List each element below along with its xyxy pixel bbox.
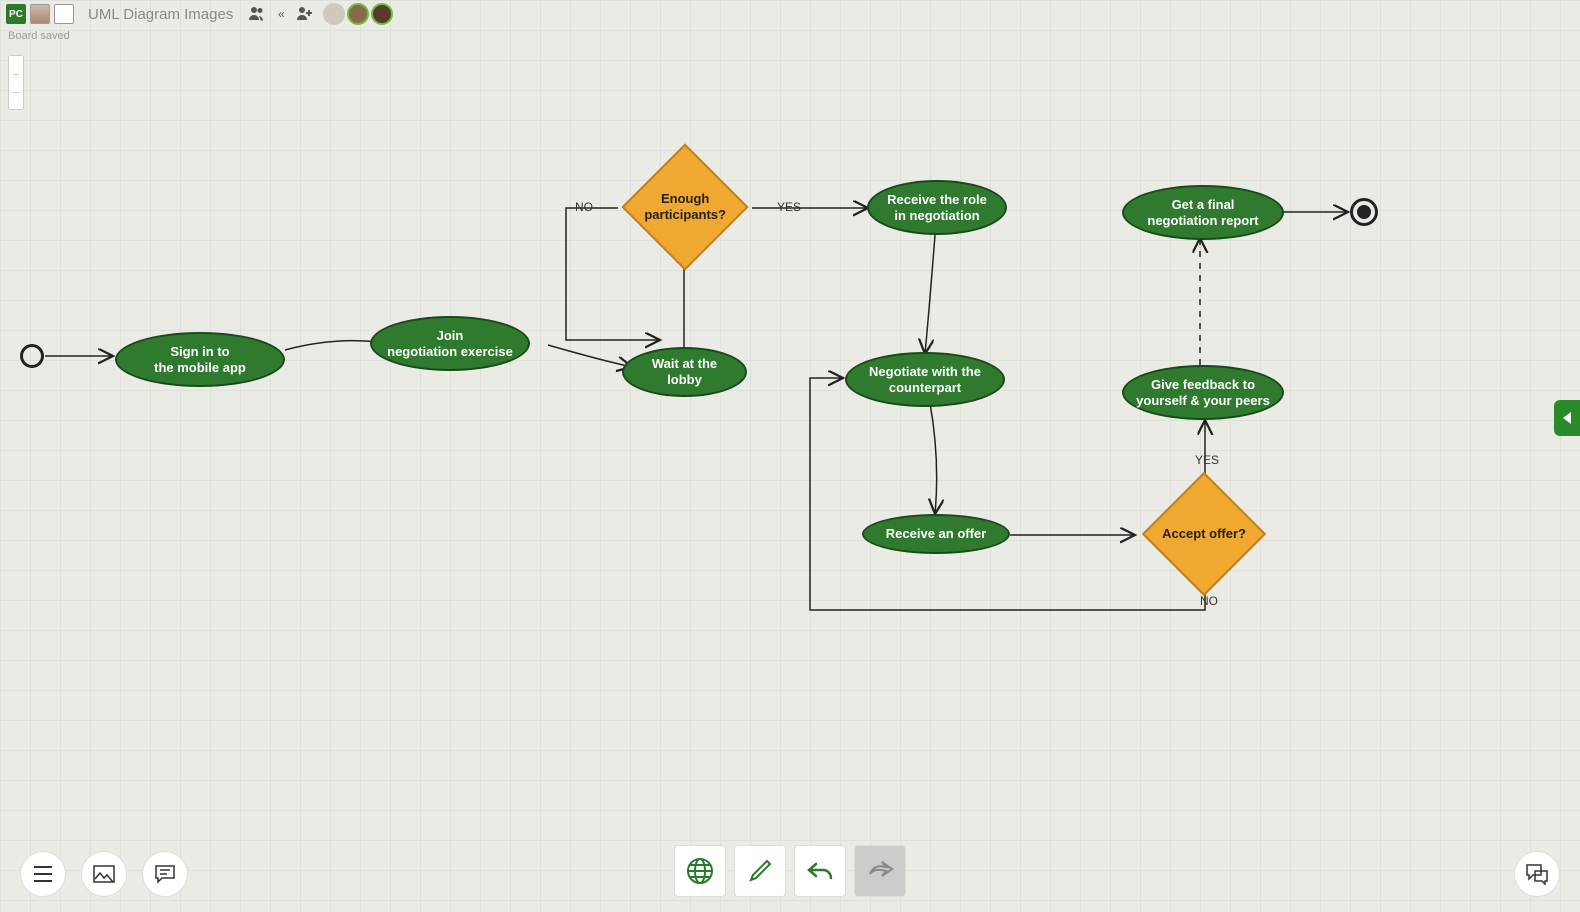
activity-node-join[interactable]: Join negotiation exercise — [370, 316, 530, 371]
edge-label-no: NO — [1200, 594, 1218, 608]
node-label: Receive an offer — [886, 526, 986, 542]
node-label: Give feedback to yourself & your peers — [1136, 377, 1270, 408]
diagram-canvas[interactable]: Sign in to the mobile app Join negotiati… — [0, 0, 1580, 912]
comment-icon[interactable] — [142, 851, 188, 897]
node-label: Sign in to the mobile app — [154, 344, 246, 375]
end-node[interactable] — [1350, 198, 1378, 226]
activity-node-signin[interactable]: Sign in to the mobile app — [115, 332, 285, 387]
share-icon — [854, 845, 906, 897]
toolbar-left — [20, 851, 188, 897]
node-label: Accept offer? — [1162, 526, 1246, 542]
edge-label-yes: YES — [1195, 453, 1219, 467]
image-icon[interactable] — [81, 851, 127, 897]
chat-icon[interactable] — [1514, 851, 1560, 897]
activity-node-lobby[interactable]: Wait at the lobby — [622, 347, 747, 397]
list-icon[interactable] — [20, 851, 66, 897]
node-label: Receive the role in negotiation — [887, 192, 987, 223]
edge-label-yes: YES — [777, 200, 801, 214]
start-node[interactable] — [20, 344, 44, 368]
node-label: Get a final negotiation report — [1147, 197, 1258, 228]
activity-node-offer[interactable]: Receive an offer — [862, 514, 1010, 554]
globe-icon[interactable] — [674, 845, 726, 897]
node-label: Wait at the lobby — [652, 356, 717, 387]
edge-label-no: NO — [575, 200, 593, 214]
activity-node-report[interactable]: Get a final negotiation report — [1122, 185, 1284, 240]
side-panel-toggle[interactable] — [1554, 400, 1580, 436]
toolbar-right — [1514, 851, 1560, 897]
activity-node-negotiate[interactable]: Negotiate with the counterpart — [845, 352, 1005, 407]
decision-node-accept[interactable]: Accept offer? — [1142, 472, 1266, 596]
decision-node-participants[interactable]: Enough participants? — [621, 143, 748, 270]
node-label: Enough participants? — [644, 191, 726, 222]
toolbar-center — [674, 845, 906, 897]
pencil-icon[interactable] — [734, 845, 786, 897]
node-label: Negotiate with the counterpart — [869, 364, 981, 395]
activity-node-feedback[interactable]: Give feedback to yourself & your peers — [1122, 365, 1284, 420]
undo-icon[interactable] — [794, 845, 846, 897]
activity-node-role[interactable]: Receive the role in negotiation — [867, 180, 1007, 235]
node-label: Join negotiation exercise — [387, 328, 513, 359]
edges-layer — [0, 0, 1580, 912]
